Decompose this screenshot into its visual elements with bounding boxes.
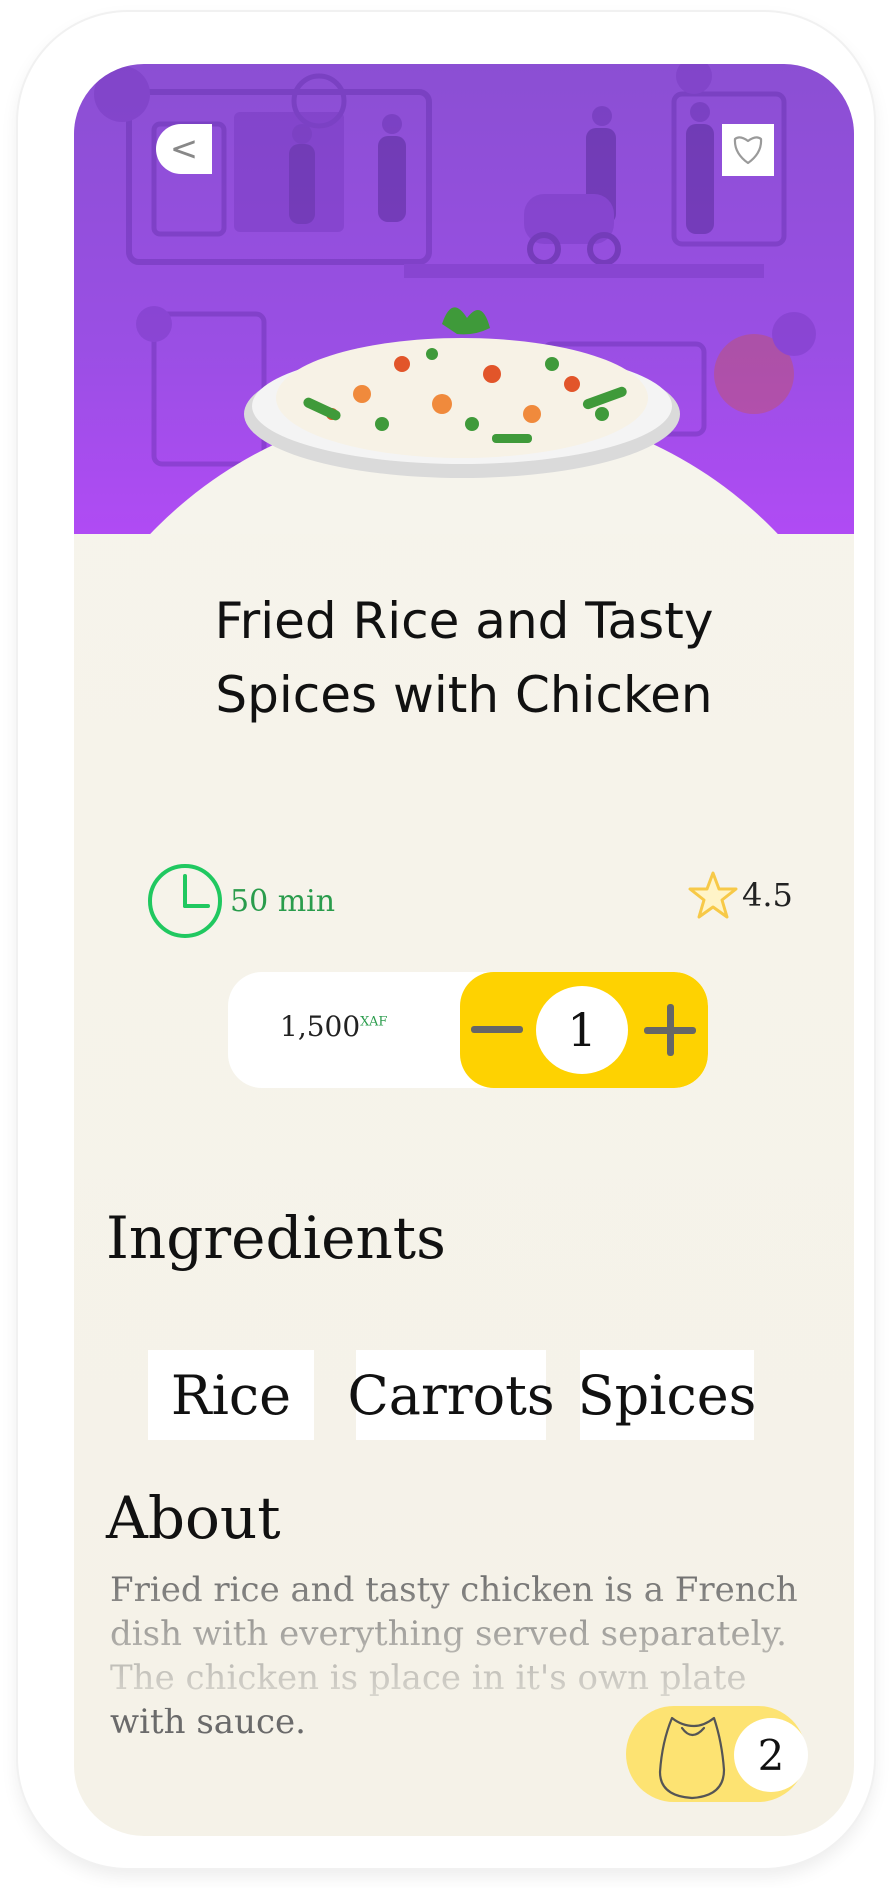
ingredients-heading: Ingredients [106,1204,446,1272]
plus-icon [644,1004,696,1056]
heart-icon [733,136,763,165]
back-button[interactable]: < [156,124,212,174]
star-icon [688,871,738,919]
prep-time: 50 min [146,862,335,940]
order-bar: 1,500XAF 1 [228,972,708,1088]
decrement-button[interactable] [470,1000,524,1060]
increment-button[interactable] [642,1000,698,1060]
price-currency: XAF [360,1014,388,1030]
cart-count: 2 [734,1718,808,1792]
dish-title: Fried Rice and Tasty Spices with Chicken [164,584,764,732]
cart-button[interactable]: 2 [626,1706,808,1802]
app-screen: < Fried Rice and Tasty Spices with Chick… [74,64,854,1836]
price: 1,500XAF [280,1010,387,1043]
shopping-bag-icon [658,1716,726,1800]
ingredient-chip[interactable]: Carrots [347,1350,555,1440]
dish-title-line: Fried Rice and Tasty [214,592,714,650]
favorite-button[interactable] [722,124,774,176]
price-value: 1,500 [280,1010,361,1043]
ingredient-chip[interactable]: Rice [148,1350,314,1440]
rating: 4.5 [688,870,793,920]
phone-frame: < Fried Rice and Tasty Spices with Chick… [18,12,874,1868]
chevron-left-icon: < [169,129,199,169]
quantity-value: 1 [536,986,628,1074]
prep-time-value: 50 min [230,883,336,919]
rating-value: 4.5 [742,876,793,914]
dish-title-line: Spices with Chicken [215,666,713,724]
quantity-stepper: 1 [460,972,708,1088]
dish-image [244,307,680,478]
minus-icon [471,1026,523,1033]
about-heading: About [106,1484,281,1552]
ingredient-chip[interactable]: Spices [578,1350,756,1440]
clock-icon [148,864,222,938]
